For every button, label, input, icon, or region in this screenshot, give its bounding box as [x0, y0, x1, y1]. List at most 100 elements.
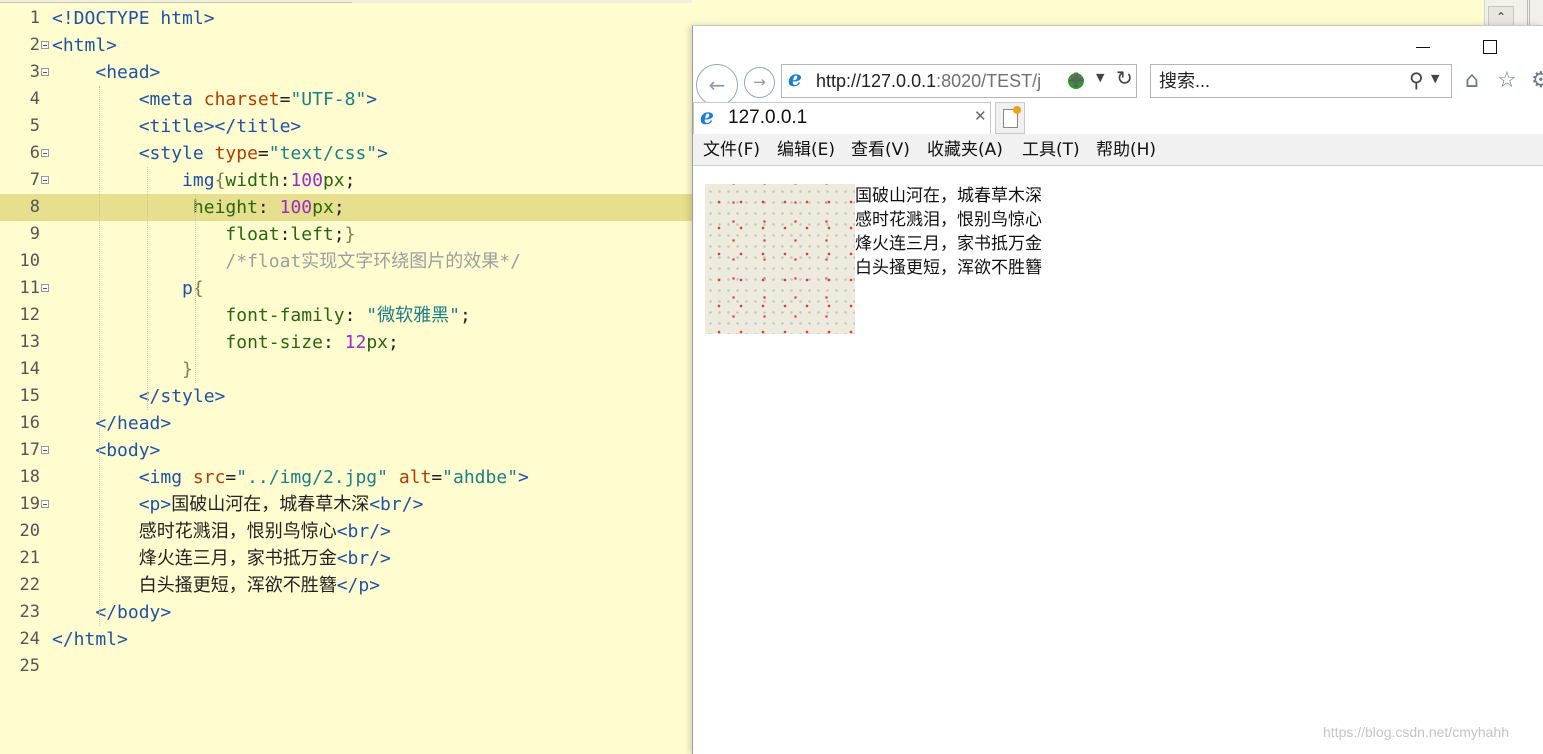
code-token: <meta [138, 89, 204, 110]
code-line[interactable]: 11 p{ [0, 275, 692, 302]
code-token: : [344, 305, 367, 326]
home-icon[interactable]: ⌂ [1465, 68, 1479, 93]
code-line[interactable]: 10 /*float实现文字环绕图片的效果*/ [0, 248, 692, 275]
code-line[interactable]: 25 [0, 653, 692, 680]
code-line[interactable]: 7 img{width:100px; [0, 167, 692, 194]
code-line[interactable]: 4 <meta charset="UTF-8"> [0, 86, 692, 113]
fold-toggle-icon[interactable] [41, 149, 49, 157]
code-text[interactable]: 白头搔更短，浑欲不胜簪</p> [52, 572, 380, 599]
code-text[interactable]: p{ [52, 275, 204, 302]
code-line[interactable]: 8 height: 100px; [0, 194, 692, 221]
chevron-down-icon[interactable]: ▼ [1096, 71, 1104, 84]
tab-active[interactable]: e 127.0.0.1 ✕ [693, 102, 991, 134]
code-line[interactable]: 3 <head> [0, 59, 692, 86]
poem-line: 烽火连三月，家书抵万金 [855, 234, 1042, 254]
code-text[interactable]: img{width:100px; [52, 167, 355, 194]
fold-toggle-icon[interactable] [41, 284, 49, 292]
code-text[interactable]: 感时花溅泪，恨别鸟惊心<br/> [52, 518, 391, 545]
code-text[interactable]: <p>国破山河在，城春草木深<br/> [52, 491, 424, 518]
code-token: height [192, 197, 258, 218]
search-icon[interactable]: ⚲ [1409, 68, 1424, 92]
search-box[interactable]: ⚲ ▼ [1150, 64, 1452, 98]
code-token: </html> [52, 629, 128, 650]
code-text[interactable]: font-family: "微软雅黑"; [52, 302, 470, 329]
code-text[interactable]: <style type="text/css"> [52, 140, 388, 167]
code-token: <br/> [336, 548, 391, 569]
code-text[interactable]: <img src="../img/2.jpg" alt="ahdbe"> [52, 464, 529, 491]
code-line[interactable]: 15 </style> [0, 383, 692, 410]
code-line[interactable]: 22 白头搔更短，浑欲不胜簪</p> [0, 572, 692, 599]
navigation-bar: ← → e http://127.0.0.1:8020/TEST/j ➕ ▼ ↻… [693, 60, 1543, 106]
menu-help[interactable]: 帮助(H) [1096, 134, 1156, 166]
code-line[interactable]: 17 <body> [0, 437, 692, 464]
code-text[interactable]: <body> [52, 437, 160, 464]
new-tab-icon[interactable] [995, 102, 1025, 134]
maximize-button[interactable] [1483, 40, 1497, 54]
menu-file[interactable]: 文件(F) [703, 134, 760, 166]
code-text[interactable]: /*float实现文字环绕图片的效果*/ [52, 248, 521, 275]
menu-tools[interactable]: 工具(T) [1022, 134, 1080, 166]
menu-favorites[interactable]: 收藏夹(A) [927, 134, 1003, 166]
code-line[interactable]: 20 感时花溅泪，恨别鸟惊心<br/> [0, 518, 692, 545]
code-line[interactable]: 24 </html> [0, 626, 692, 653]
compatibility-view-icon[interactable]: ➕ [1068, 73, 1084, 89]
address-bar[interactable]: e http://127.0.0.1:8020/TEST/j ➕ ▼ ↻ [781, 64, 1137, 98]
code-line[interactable]: 13 font-size: 12px; [0, 329, 692, 356]
code-text[interactable]: <head> [52, 59, 160, 86]
code-line[interactable]: 9 float:left;} [0, 221, 692, 248]
code-text[interactable]: <!DOCTYPE html> [52, 5, 215, 32]
fold-toggle-icon[interactable] [41, 68, 49, 76]
code-text[interactable]: float:left;} [52, 221, 355, 248]
code-token: <style [138, 143, 215, 164]
code-line[interactable]: 16 </head> [0, 410, 692, 437]
code-line[interactable]: 12 font-family: "微软雅黑"; [0, 302, 692, 329]
code-line[interactable]: 19 <p>国破山河在，城春草木深<br/> [0, 491, 692, 518]
code-text[interactable]: </style> [52, 383, 226, 410]
code-token: alt [398, 467, 432, 488]
code-line[interactable]: 1 <!DOCTYPE html> [0, 5, 692, 32]
code-text[interactable]: <html> [52, 32, 117, 59]
code-text[interactable]: font-size: 12px; [52, 329, 398, 356]
code-line[interactable]: 5 <title></title> [0, 113, 692, 140]
code-token: <body> [95, 440, 161, 461]
code-text[interactable]: 烽火连三月，家书抵万金<br/> [52, 545, 391, 572]
refresh-icon[interactable]: ↻ [1116, 66, 1133, 90]
fold-toggle-icon[interactable] [41, 41, 49, 49]
search-input[interactable] [1159, 69, 1399, 93]
line-number: 18 [19, 467, 40, 487]
menu-view[interactable]: 查看(V) [851, 134, 910, 166]
poem-line: 感时花溅泪，恨别鸟惊心 [855, 210, 1042, 230]
code-line[interactable]: 18 <img src="../img/2.jpg" alt="ahdbe"> [0, 464, 692, 491]
chevron-down-icon[interactable]: ▼ [1431, 72, 1439, 85]
code-text[interactable]: </body> [52, 599, 171, 626]
code-text[interactable]: height: 100px; [52, 194, 345, 221]
watermark: https://blog.csdn.net/cmyhahh [1323, 724, 1509, 740]
gear-icon[interactable]: ⚙ [1531, 68, 1543, 93]
code-line[interactable]: 6 <style type="text/css"> [0, 140, 692, 167]
code-text[interactable]: <title></title> [52, 113, 302, 140]
fold-toggle-icon[interactable] [41, 446, 49, 454]
forward-arrow-icon[interactable]: → [744, 67, 775, 98]
address-url[interactable]: http://127.0.0.1:8020/TEST/j [816, 65, 1060, 97]
code-token: > [366, 89, 378, 110]
code-line[interactable]: 21 烽火连三月，家书抵万金<br/> [0, 545, 692, 572]
code-editor[interactable]: 1 <!DOCTYPE html> 2 <html> 3 <head> 4 <meta c… [0, 0, 692, 754]
menu-edit[interactable]: 编辑(E) [777, 134, 835, 166]
code-line[interactable]: 14 } [0, 356, 692, 383]
code-text[interactable]: <meta charset="UTF-8"> [52, 86, 377, 113]
fold-toggle-icon[interactable] [41, 176, 49, 184]
code-token: <title></title> [138, 116, 302, 137]
code-line[interactable]: 23 </body> [0, 599, 692, 626]
line-number: 3 [29, 62, 40, 82]
minimize-button[interactable] [1407, 36, 1437, 56]
star-icon[interactable]: ☆ [1497, 68, 1517, 93]
code-line[interactable]: 2 <html> [0, 32, 692, 59]
fold-toggle-icon[interactable] [41, 500, 49, 508]
code-text[interactable]: </html> [52, 626, 128, 653]
code-text[interactable]: } [52, 356, 193, 383]
code-text[interactable]: </head> [52, 410, 171, 437]
poem-text: 国破山河在，城春草木深 感时花溅泪，恨别鸟惊心 烽火连三月，家书抵万金 白头搔更… [855, 184, 1042, 280]
close-icon[interactable]: ✕ [974, 107, 987, 125]
